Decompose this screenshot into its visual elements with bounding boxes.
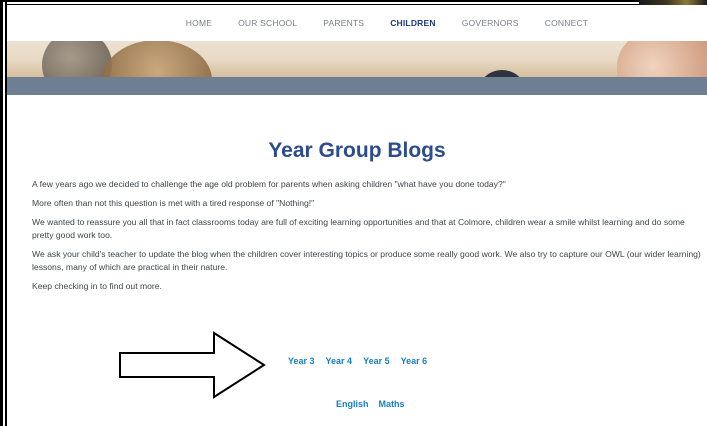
english-link[interactable]: English <box>336 399 369 409</box>
year-5-link[interactable]: Year 5 <box>363 356 390 366</box>
intro-text: A few years ago we decided to challenge … <box>32 178 704 299</box>
hero-band <box>7 77 707 95</box>
nav-item-connect[interactable]: CONNECT <box>532 18 601 28</box>
maths-link[interactable]: Maths <box>379 399 405 409</box>
year-3-link[interactable]: Year 3 <box>288 356 315 366</box>
year-links: Year 3 Year 4 Year 5 Year 6 <box>288 356 427 366</box>
nav-item-governors[interactable]: GOVERNORS <box>449 18 532 28</box>
intro-paragraph: Keep checking in to find out more. <box>32 281 162 291</box>
year-4-link[interactable]: Year 4 <box>326 356 353 366</box>
intro-paragraph: We ask your child's teacher to update th… <box>32 249 701 272</box>
page-title: Year Group Blogs <box>268 139 446 163</box>
frame-top-border <box>0 0 707 2</box>
year-6-link[interactable]: Year 6 <box>401 356 428 366</box>
nav-menu: HOME OUR SCHOOL PARENTS CHILDREN GOVERNO… <box>173 18 601 28</box>
nav-item-our-school[interactable]: OUR SCHOOL <box>225 18 310 28</box>
main-nav: HOME OUR SCHOOL PARENTS CHILDREN GOVERNO… <box>7 5 707 41</box>
nav-item-children[interactable]: CHILDREN <box>377 18 449 28</box>
intro-paragraph: A few years ago we decided to challenge … <box>32 179 506 189</box>
intro-paragraph: We wanted to reassure you all that in fa… <box>32 217 685 240</box>
subject-links: English Maths <box>336 399 405 409</box>
nav-item-home[interactable]: HOME <box>173 18 225 28</box>
frame-left-border <box>0 0 3 426</box>
intro-paragraph: More often than not this question is met… <box>32 198 315 208</box>
arrow-right-icon <box>119 331 266 399</box>
nav-item-parents[interactable]: PARENTS <box>310 18 377 28</box>
